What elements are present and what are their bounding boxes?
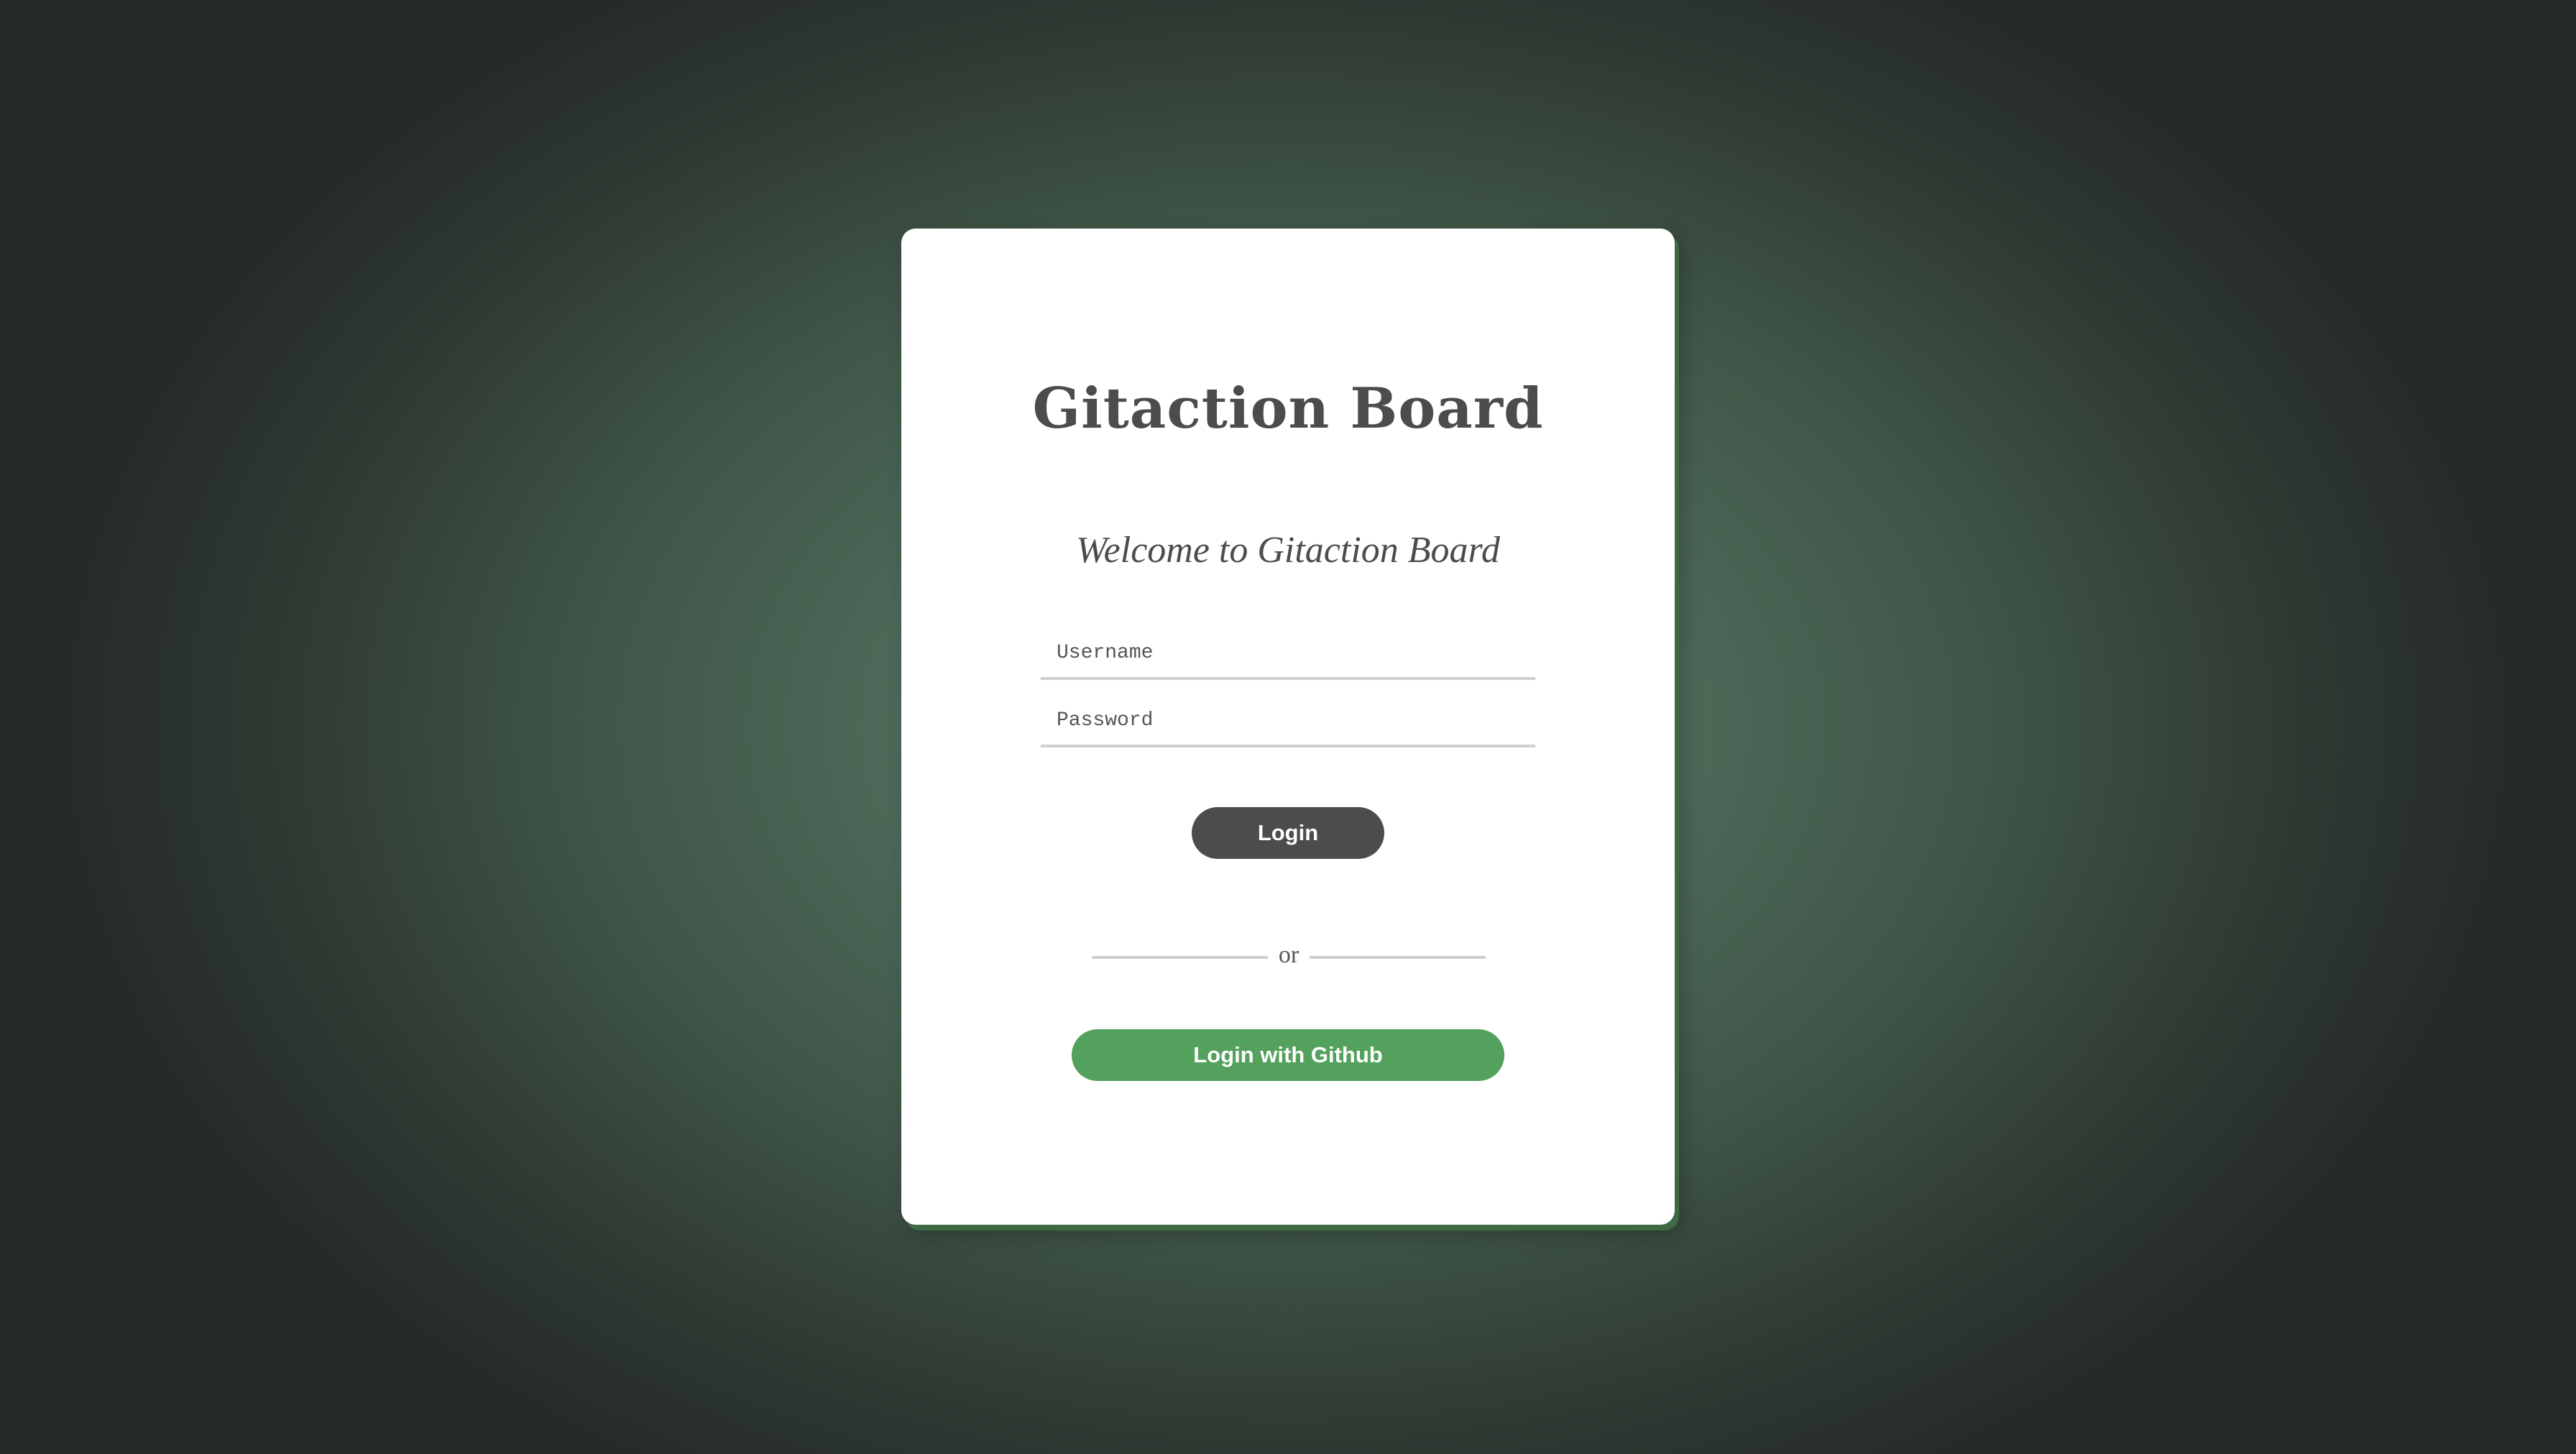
app-title: Gitaction Board: [1032, 376, 1544, 441]
divider-or-text: or: [1278, 942, 1300, 968]
username-input[interactable]: [1041, 628, 1535, 680]
welcome-subtitle: Welcome to Gitaction Board: [1076, 530, 1500, 571]
login-button[interactable]: Login: [1192, 807, 1384, 859]
login-with-github-button[interactable]: Login with Github: [1072, 1029, 1504, 1081]
login-form: Gitaction Board Welcome to Gitaction Boa…: [0, 0, 2576, 1454]
divider-right-line: [1310, 956, 1486, 959]
password-input[interactable]: [1041, 696, 1535, 747]
divider-left-line: [1092, 956, 1268, 959]
